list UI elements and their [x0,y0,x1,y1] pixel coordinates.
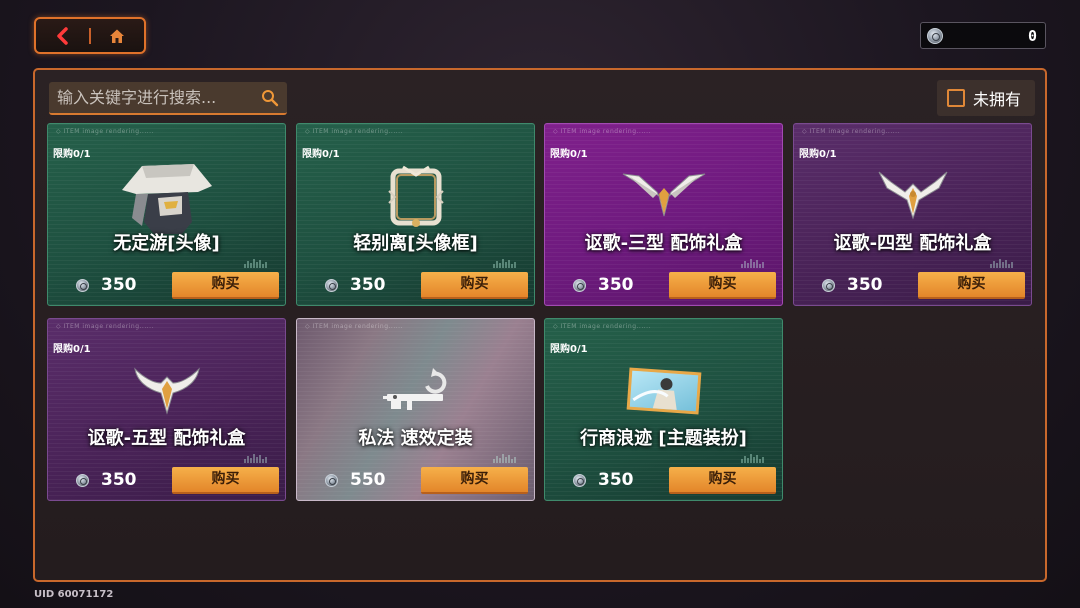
silver-coin-icon [573,473,586,487]
buy-button[interactable]: 购买 [172,467,279,494]
item-name: 讴歌-四型 配饰礼盒 [833,233,992,254]
shop-panel: 未拥有 ◇ ITEM image rendering...... 限购0/1 无… [33,68,1047,582]
item-price: 350 [76,470,137,490]
price-value: 350 [101,470,137,490]
wing-accessory-icon [545,158,782,234]
item-price: 350 [325,275,386,295]
back-button[interactable] [36,19,89,52]
nav-bar [34,17,146,54]
item-name: 私法 速效定装 [358,428,473,449]
item-name: 讴歌-五型 配饰礼盒 [87,428,246,449]
home-button[interactable] [91,19,144,52]
card-tag-decoration: ◇ ITEM image rendering...... [553,323,651,330]
bars-decoration [493,454,516,463]
price-value: 350 [350,275,386,295]
bars-decoration [990,259,1013,268]
buy-button[interactable]: 购买 [172,272,279,299]
buy-button[interactable]: 购买 [669,467,776,494]
wing-accessory-icon [794,158,1031,234]
avatar-portrait-icon [48,158,285,234]
card-tag-decoration: ◇ ITEM image rendering...... [553,128,651,135]
card-tag-decoration: ◇ ITEM image rendering...... [802,128,900,135]
shop-item-card[interactable]: ◇ ITEM image rendering...... 限购0/1 讴歌-四型… [793,123,1032,306]
item-name: 轻别离[头像框] [353,233,478,254]
rifle-reload-icon [297,353,534,429]
silver-coin-icon [325,473,338,487]
item-price: 350 [76,275,137,295]
shop-item-card[interactable]: ◇ ITEM image rendering...... 限购0/1 讴歌-五型… [47,318,286,501]
price-value: 550 [350,470,386,490]
theme-card-icon [545,353,782,429]
item-name: 讴歌-三型 配饰礼盒 [584,233,743,254]
bars-decoration [244,259,267,268]
shop-item-card[interactable]: ◇ ITEM image rendering...... 限购0/1 讴歌-三型… [544,123,783,306]
shop-item-card[interactable]: ◇ ITEM image rendering...... 限购0/1 行商浪迹 … [544,318,783,501]
silver-coin-icon [822,278,835,292]
not-owned-filter[interactable]: 未拥有 [937,80,1035,116]
silver-coin-icon [76,278,89,292]
buy-button[interactable]: 购买 [421,272,528,299]
bars-decoration [244,454,267,463]
card-tag-decoration: ◇ ITEM image rendering...... [305,128,403,135]
currency-display: 0 [920,22,1046,49]
uid-label: UID 60071172 [34,589,114,600]
not-owned-label: 未拥有 [973,90,1022,109]
bars-decoration [741,259,764,268]
shop-item-card[interactable]: ◇ ITEM image rendering...... 限购0/1 无定游[头… [47,123,286,306]
bars-decoration [493,259,516,268]
search-bar [49,82,287,115]
item-price: 550 [325,470,386,490]
silver-coin-icon [325,278,338,292]
shop-item-card[interactable]: ◇ ITEM image rendering...... 私法 速效定装 550… [296,318,535,501]
card-tag-decoration: ◇ ITEM image rendering...... [56,128,154,135]
buy-button[interactable]: 购买 [918,272,1025,299]
silver-coin-icon [76,473,89,487]
item-price: 350 [573,470,634,490]
price-value: 350 [598,275,634,295]
currency-value: 0 [1027,26,1037,45]
shop-item-card[interactable]: ◇ ITEM image rendering...... 限购0/1 轻别离[头… [296,123,535,306]
card-tag-decoration: ◇ ITEM image rendering...... [305,323,403,330]
item-price: 350 [573,275,634,295]
search-input[interactable] [57,88,261,107]
card-tag-decoration: ◇ ITEM image rendering...... [56,323,154,330]
wing-accessory-icon [48,353,285,429]
buy-button[interactable]: 购买 [669,272,776,299]
home-icon [110,29,125,43]
chevron-left-icon [56,26,68,45]
price-value: 350 [847,275,883,295]
silver-coin-icon [927,27,943,44]
price-value: 350 [598,470,634,490]
item-price: 350 [822,275,883,295]
silver-coin-icon [573,278,586,292]
not-owned-checkbox[interactable] [947,89,965,107]
buy-button[interactable]: 购买 [421,467,528,494]
item-name: 行商浪迹 [主题装扮] [580,428,747,449]
item-name: 无定游[头像] [113,233,220,254]
bars-decoration [741,454,764,463]
search-icon[interactable] [261,89,279,107]
price-value: 350 [101,275,137,295]
avatar-frame-icon [297,158,534,234]
